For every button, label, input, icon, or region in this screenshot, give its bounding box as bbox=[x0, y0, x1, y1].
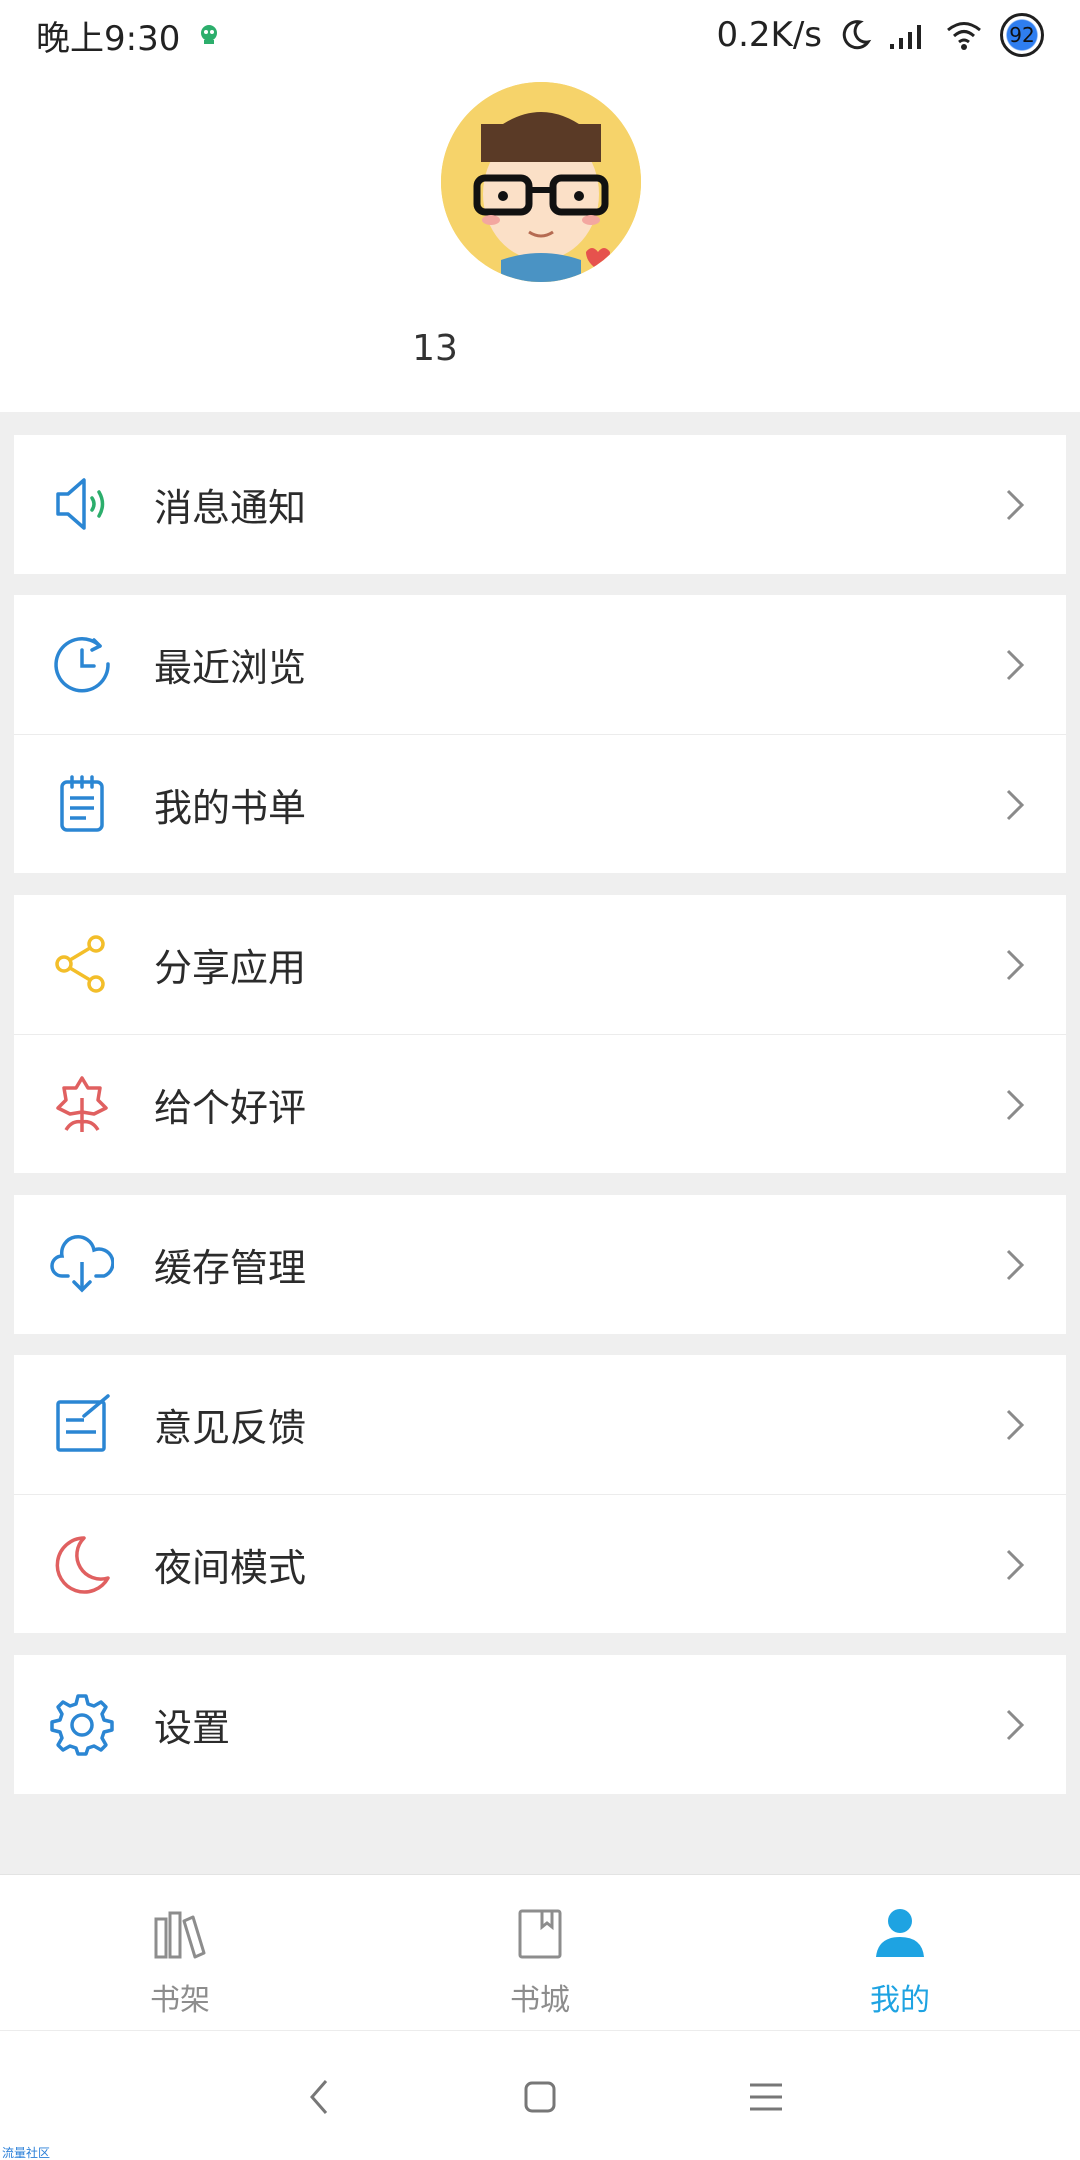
menu-label: 意见反馈 bbox=[154, 1406, 307, 1450]
menu-item-rate[interactable]: 给个好评 bbox=[14, 1034, 1066, 1173]
chevron-right-icon bbox=[1006, 1709, 1025, 1741]
menu-item-notifications[interactable]: 消息通知 bbox=[14, 435, 1066, 574]
menu-label: 分享应用 bbox=[154, 946, 307, 990]
wifi-icon bbox=[947, 22, 981, 50]
menu-label: 消息通知 bbox=[154, 486, 307, 530]
cloud-download-icon bbox=[50, 1234, 114, 1293]
back-icon[interactable] bbox=[298, 2075, 342, 2119]
menu-label: 缓存管理 bbox=[154, 1246, 307, 1290]
tab-label: 书架 bbox=[150, 1983, 210, 2018]
notepad-icon bbox=[60, 775, 104, 832]
avatar[interactable] bbox=[441, 82, 641, 282]
bookshelf-icon bbox=[154, 1911, 206, 1959]
menu-label: 夜间模式 bbox=[154, 1545, 307, 1590]
chevron-right-icon bbox=[1006, 1089, 1025, 1121]
notification-app-icon bbox=[201, 25, 218, 44]
menu-item-booklist[interactable]: 我的书单 bbox=[14, 734, 1066, 873]
speaker-icon bbox=[56, 478, 105, 530]
menu-item-night-mode[interactable]: 夜间模式 bbox=[14, 1494, 1066, 1633]
profile-header: 13 bbox=[0, 70, 1080, 412]
status-bar: 晚上9:30 0.2K/s 92 bbox=[0, 0, 1080, 70]
chevron-right-icon bbox=[1006, 1249, 1025, 1281]
book-icon bbox=[518, 1909, 562, 1959]
net-speed: 0.2K/s bbox=[716, 15, 822, 55]
menu-group-1: 消息通知 bbox=[14, 435, 1066, 574]
menu-item-feedback[interactable]: 意见反馈 bbox=[14, 1355, 1066, 1494]
menu-item-settings[interactable]: 设置 bbox=[14, 1655, 1066, 1794]
screen: 晚上9:30 0.2K/s 92 13 消息通知 最近浏览 我的书单 分享应用 … bbox=[0, 0, 1080, 2160]
menu-group-3: 分享应用 给个好评 bbox=[14, 895, 1066, 1173]
menu-group-2: 最近浏览 我的书单 bbox=[14, 595, 1066, 873]
menu-item-cache[interactable]: 缓存管理 bbox=[14, 1195, 1066, 1334]
menu-group-4: 缓存管理 bbox=[14, 1195, 1066, 1334]
menu-label: 最近浏览 bbox=[154, 646, 307, 690]
chevron-right-icon bbox=[1006, 649, 1025, 681]
moon-status-icon bbox=[842, 20, 872, 50]
system-nav-bar bbox=[0, 2030, 1080, 2160]
chevron-right-icon bbox=[1006, 789, 1025, 821]
bottom-tab-bar: 书架 书城 我的 bbox=[0, 1874, 1080, 2030]
user-icon bbox=[876, 1909, 924, 1957]
menu-group-5: 意见反馈 夜间模式 bbox=[14, 1355, 1066, 1633]
tab-bookshelf[interactable]: 书架 bbox=[0, 1875, 360, 2030]
menu-icon[interactable] bbox=[744, 2075, 788, 2119]
tab-label: 我的 bbox=[870, 1983, 930, 2018]
edit-note-icon bbox=[56, 1394, 110, 1452]
chevron-right-icon bbox=[1006, 949, 1025, 981]
tab-bookstore[interactable]: 书城 bbox=[360, 1875, 720, 2030]
crescent-moon-icon bbox=[55, 1536, 110, 1594]
signal-icon bbox=[890, 25, 921, 49]
avatar-cartoon-face bbox=[441, 82, 641, 282]
tab-label: 书城 bbox=[510, 1983, 570, 2018]
phone-number: 13 bbox=[412, 328, 458, 369]
menu-label: 我的书单 bbox=[154, 785, 307, 830]
menu-label: 设置 bbox=[154, 1706, 231, 1750]
menu-item-recent[interactable]: 最近浏览 bbox=[14, 595, 1066, 734]
menu-item-share[interactable]: 分享应用 bbox=[14, 895, 1066, 1034]
gear-icon bbox=[50, 1694, 114, 1756]
battery-level: 92 bbox=[1009, 23, 1035, 47]
clock-history-icon bbox=[54, 637, 110, 693]
tab-mine[interactable]: 我的 bbox=[720, 1875, 1080, 2030]
status-time: 晚上9:30 bbox=[36, 18, 181, 59]
share-icon bbox=[55, 935, 105, 993]
menu-label: 给个好评 bbox=[154, 1085, 307, 1130]
watermark: 流量社区 bbox=[2, 2146, 51, 2160]
chevron-right-icon bbox=[1006, 1549, 1025, 1581]
menu-group-6: 设置 bbox=[14, 1655, 1066, 1794]
chevron-right-icon bbox=[1006, 1409, 1025, 1441]
flower-rating-icon bbox=[56, 1076, 108, 1132]
home-icon[interactable] bbox=[518, 2075, 562, 2119]
battery-indicator: 92 bbox=[1000, 13, 1044, 57]
chevron-right-icon bbox=[1006, 489, 1025, 521]
